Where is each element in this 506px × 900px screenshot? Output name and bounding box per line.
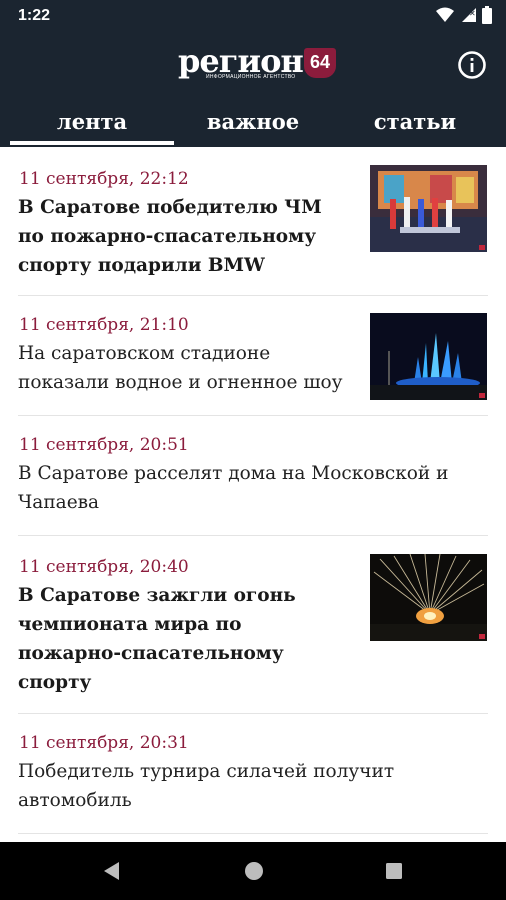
news-item[interactable]: 11 сентября, 22:12 В Саратове победителю… [18,147,488,296]
news-item[interactable]: 11 сентября, 21:10 На саратовском стадио… [18,295,488,416]
news-thumbnail [370,313,487,400]
news-item[interactable]: 11 сентября, 20:31 Победитель турнира си… [18,713,488,834]
status-time: 1:22 [18,7,51,24]
news-headline: В Саратове расселят дома на Московской и… [18,463,449,513]
news-date: 11 сентября, 21:10 [19,315,189,335]
nav-back-button[interactable] [94,842,130,900]
nav-home-button[interactable] [236,842,272,900]
news-item[interactable]: 11 сентября, 20:40 В Саратове зажгли ого… [18,535,488,714]
news-date: 11 сентября, 22:12 [19,169,189,189]
info-button[interactable] [457,50,487,80]
news-thumbnail [370,165,487,252]
tab-bar: лента важное статьи [0,104,506,147]
info-icon [458,51,486,79]
battery-icon [482,6,492,24]
status-icons: ✕ [436,6,492,24]
active-tab-indicator [10,141,174,145]
news-item[interactable]: 11 сентября, 20:51 В Саратове расселят д… [18,415,488,536]
wifi-icon [436,7,454,22]
news-date: 11 сентября, 20:40 [19,557,189,577]
back-icon [104,862,119,880]
tab-stati[interactable]: статьи [332,104,498,147]
news-headline: В Саратове зажгли огонь чемпионата мира п… [18,585,296,693]
svg-text:✕: ✕ [469,9,476,18]
home-icon [245,862,263,880]
logo-badge: 64 [304,48,336,78]
status-bar: 1:22 ✕ [0,0,506,32]
signal-icon: ✕ [462,8,476,22]
logo-subtitle: ИНФОРМАЦИОННОЕ АГЕНТСТВО [206,74,296,80]
news-date: 11 сентября, 20:51 [19,435,189,455]
news-headline: На саратовском стадионе показали водное и… [18,343,343,393]
system-nav-bar [0,842,506,900]
news-feed[interactable]: 11 сентября, 22:12 В Саратове победителю… [0,147,506,842]
nav-recents-button[interactable] [376,842,412,900]
news-date: 11 сентября, 20:31 [19,733,189,753]
recents-icon [386,863,402,879]
news-headline: Победитель турнира силачей получит автомо… [18,761,395,811]
news-thumbnail [370,554,487,641]
tab-vazhnoe[interactable]: важное [170,104,336,147]
news-headline: В Саратове победителю ЧМ по пожарно-спаса… [18,197,322,276]
app-header: 1:22 ✕ регион 64 ИНФОРМАЦИОННОЕ АГЕНТСТВ… [0,0,506,147]
